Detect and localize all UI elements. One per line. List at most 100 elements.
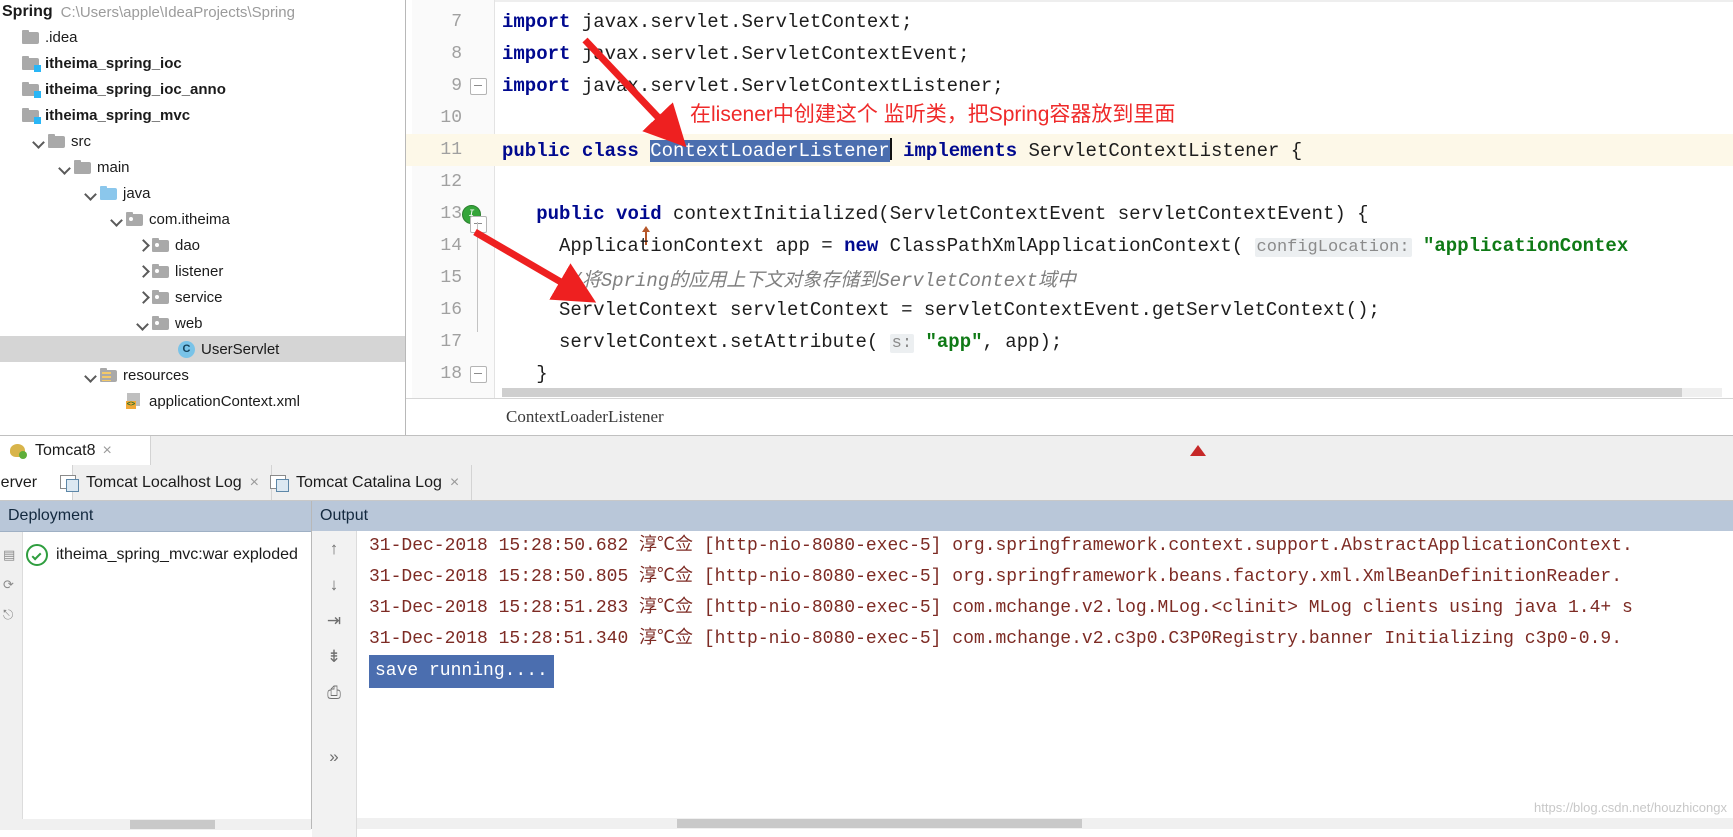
tree-item-itheima-spring-ioc[interactable]: itheima_spring_ioc <box>0 50 405 76</box>
scrollbar-thumb[interactable] <box>502 388 1682 397</box>
code-line-12[interactable]: 12 <box>406 166 1733 198</box>
tree-item-itheima-spring-ioc-anno[interactable]: itheima_spring_ioc_anno <box>0 76 405 102</box>
source-folder-icon <box>100 186 117 200</box>
tree-item-listener[interactable]: listener <box>0 258 405 284</box>
more-icon[interactable]: » <box>329 747 338 767</box>
gutter-mark <box>462 294 494 326</box>
disclosure-triangle-icon[interactable] <box>32 134 46 148</box>
deployment-artifact-row[interactable]: itheima_spring_mvc:war exploded <box>26 544 298 566</box>
code-line-10[interactable]: 10 <box>406 102 1733 134</box>
deploy-icon[interactable]: ▤ <box>3 540 22 570</box>
deployment-horizontal-scrollbar[interactable] <box>0 819 311 830</box>
artifact-label: itheima_spring_mvc:war exploded <box>56 546 298 563</box>
gutter-mark <box>462 38 494 70</box>
deployment-body[interactable]: ▤ ⟳ ⎋ itheima_spring_mvc:war exploded <box>0 532 311 830</box>
tree-item-web[interactable]: web <box>0 310 405 336</box>
scrollbar-thumb[interactable] <box>130 820 215 829</box>
code-line-14[interactable]: 14 ApplicationContext app = new ClassPat… <box>406 216 1733 332</box>
tree-item--idea[interactable]: .idea <box>0 24 405 50</box>
tree-item-com-itheima[interactable]: com.itheima <box>0 206 405 232</box>
disclosure-triangle-icon[interactable] <box>136 264 150 278</box>
tree-item-dao[interactable]: dao <box>0 232 405 258</box>
tab-tomcat-localhost-log[interactable]: Tomcat Localhost Log × <box>48 465 272 500</box>
code-line-11[interactable]: 11 public class ContextLoaderListener im… <box>406 134 1733 166</box>
tab-tomcat8[interactable]: Tomcat8 × <box>0 436 151 466</box>
restart-icon[interactable]: ⎋ <box>3 600 22 630</box>
tree-item-src[interactable]: src <box>0 128 405 154</box>
gutter-mark <box>462 166 494 198</box>
disclosure-triangle-icon[interactable] <box>84 186 98 200</box>
tree-item-label: java <box>123 184 151 202</box>
code-line-13[interactable]: 13 I public void contextInitialized(Serv… <box>406 198 1733 245</box>
disclosure-triangle-icon[interactable] <box>6 82 20 96</box>
line-number: 11 <box>440 140 462 160</box>
project-tree[interactable]: .idea itheima_spring_ioc itheima_spring_io… <box>0 24 405 414</box>
deployment-toolbar[interactable]: ▤ ⟳ ⎋ <box>0 532 23 830</box>
breadcrumb[interactable]: ContextLoaderListener <box>406 407 664 427</box>
tree-item-label: main <box>97 158 130 176</box>
run-tool-window-tabs[interactable]: Tomcat8 × <box>0 435 1733 466</box>
tab-tomcat-catalina-log[interactable]: Tomcat Catalina Log × <box>258 465 473 500</box>
tree-item-main[interactable]: main <box>0 154 405 180</box>
scroll-to-end-icon[interactable]: ⇟ <box>327 647 341 667</box>
console-line: 31-Dec-2018 15:28:51.340 淳℃佥 [http-nio-8… <box>369 629 1633 649</box>
tree-item-label: com.itheima <box>149 210 230 228</box>
disclosure-triangle-icon[interactable] <box>110 394 124 408</box>
tree-item-label: service <box>175 288 223 306</box>
project-root-row[interactable]: Spring C:\Users\apple\IdeaProjects\Sprin… <box>0 0 405 24</box>
disclosure-triangle-icon[interactable] <box>136 316 150 330</box>
tree-item-java[interactable]: java <box>0 180 405 206</box>
code-line-16[interactable]: 16 ServletContext servletContext = servl… <box>406 294 1733 326</box>
scrollbar-thumb[interactable] <box>677 819 1082 828</box>
run-sub-tabs[interactable]: Server Tomcat Localhost Log × Tomcat Cat… <box>0 465 1733 501</box>
code-lines[interactable]: 7 import javax.servlet.ServletContext; 8… <box>406 0 1733 398</box>
disclosure-triangle-icon[interactable] <box>6 56 20 70</box>
disclosure-triangle-icon[interactable] <box>110 212 124 226</box>
tree-item-userservlet[interactable]: C UserServlet <box>0 336 405 362</box>
console-horizontal-scrollbar[interactable] <box>357 818 1733 829</box>
deployment-panel[interactable]: Deployment ▤ ⟳ ⎋ itheima_spring_mvc:war … <box>0 501 312 830</box>
editor-horizontal-scrollbar[interactable] <box>502 388 1722 397</box>
code-line-8[interactable]: 8 import javax.servlet.ServletContextEve… <box>406 38 1733 70</box>
disclosure-triangle-icon[interactable] <box>162 342 176 356</box>
tree-item-resources[interactable]: resources <box>0 362 405 388</box>
tree-item-label: applicationContext.xml <box>149 392 300 410</box>
code-line-9[interactable]: 9 import javax.servlet.ServletContextLis… <box>406 70 1733 102</box>
redeploy-icon[interactable]: ⟳ <box>3 570 22 600</box>
tree-item-itheima-spring-mvc[interactable]: itheima_spring_mvc <box>0 102 405 128</box>
tree-item-label: UserServlet <box>201 340 280 358</box>
disclosure-triangle-icon[interactable] <box>6 108 20 122</box>
code-line-15[interactable]: 15 //将Spring的应用上下文对象存储到ServletContext域中 <box>406 262 1733 294</box>
code-editor[interactable]: 7 import javax.servlet.ServletContext; 8… <box>406 0 1733 435</box>
watermark: https://blog.csdn.net/houzhicongx <box>1534 800 1727 815</box>
fold-icon[interactable] <box>470 216 487 233</box>
print-icon[interactable]: ⎙ <box>327 683 341 703</box>
line-content: servletContext.setAttribute( s: "app", a… <box>502 331 1063 353</box>
disclosure-triangle-icon[interactable] <box>84 368 98 382</box>
disclosure-triangle-icon[interactable] <box>58 160 72 174</box>
fold-icon[interactable] <box>470 78 487 95</box>
close-icon[interactable]: × <box>102 442 111 460</box>
project-tool-window[interactable]: Spring C:\Users\apple\IdeaProjects\Sprin… <box>0 0 406 435</box>
tree-item-applicationcontext-xml[interactable]: <> applicationContext.xml <box>0 388 405 414</box>
arrow-down-icon[interactable]: ↓ <box>330 575 339 595</box>
disclosure-triangle-icon[interactable] <box>136 290 150 304</box>
arrow-up-icon[interactable]: ↑ <box>330 539 339 559</box>
code-line-7[interactable]: 7 import javax.servlet.ServletContext; <box>406 6 1733 38</box>
disclosure-triangle-icon[interactable] <box>6 30 20 44</box>
tree-item-label: .idea <box>45 28 78 46</box>
collapse-triangle-icon[interactable] <box>1190 445 1206 456</box>
line-number: 10 <box>440 108 462 128</box>
console-toolbar[interactable]: ↑ ↓ ⇥ ⇟ ⎙ » <box>312 531 357 837</box>
tree-item-service[interactable]: service <box>0 284 405 310</box>
soft-wrap-icon[interactable]: ⇥ <box>327 611 341 631</box>
close-icon[interactable]: × <box>450 474 459 492</box>
gutter-mark <box>462 102 494 134</box>
fold-icon[interactable] <box>470 366 487 383</box>
code-line-18[interactable]: 18 } <box>406 358 1733 390</box>
disclosure-triangle-icon[interactable] <box>136 238 150 252</box>
output-panel[interactable]: Output ↑ ↓ ⇥ ⇟ ⎙ » 31-Dec-2018 15:28:50.… <box>312 501 1733 837</box>
console-line: 31-Dec-2018 15:28:50.805 淳℃佥 [http-nio-8… <box>369 567 1633 587</box>
console-output[interactable]: 31-Dec-2018 15:28:50.682 淳℃佥 [http-nio-8… <box>357 531 1733 829</box>
code-line-17[interactable]: 17 servletContext.setAttribute( s: "app"… <box>406 326 1733 358</box>
